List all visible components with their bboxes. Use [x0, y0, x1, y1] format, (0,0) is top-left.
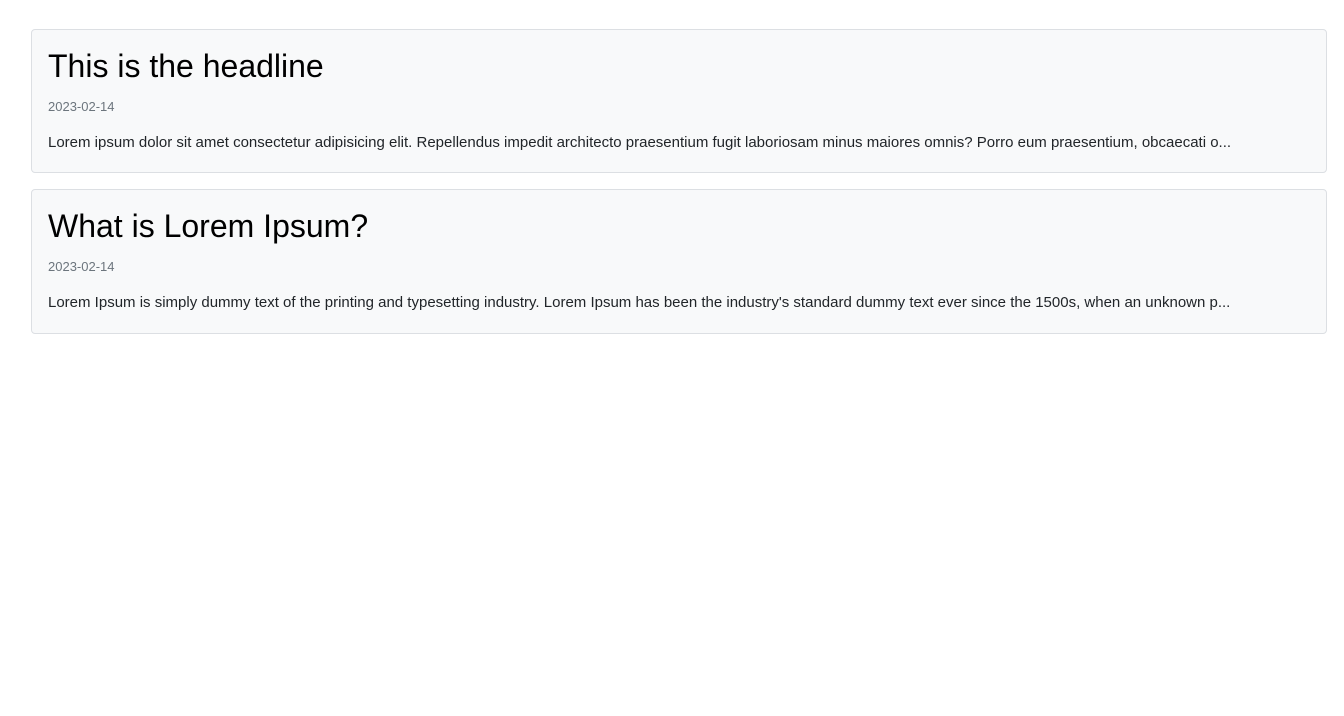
post-date: 2023-02-14 [48, 99, 115, 114]
post-title[interactable]: This is the headline [48, 46, 1310, 86]
post-title[interactable]: What is Lorem Ipsum? [48, 206, 1310, 246]
post-excerpt: Lorem Ipsum is simply dummy text of the … [48, 294, 1231, 311]
post-card[interactable]: This is the headline 2023-02-14 Lorem ip… [31, 29, 1327, 173]
post-date: 2023-02-14 [48, 259, 115, 274]
post-list: This is the headline 2023-02-14 Lorem ip… [31, 29, 1327, 350]
post-card[interactable]: What is Lorem Ipsum? 2023-02-14 Lorem Ip… [31, 189, 1327, 334]
post-excerpt: Lorem ipsum dolor sit amet consectetur a… [48, 134, 1232, 151]
